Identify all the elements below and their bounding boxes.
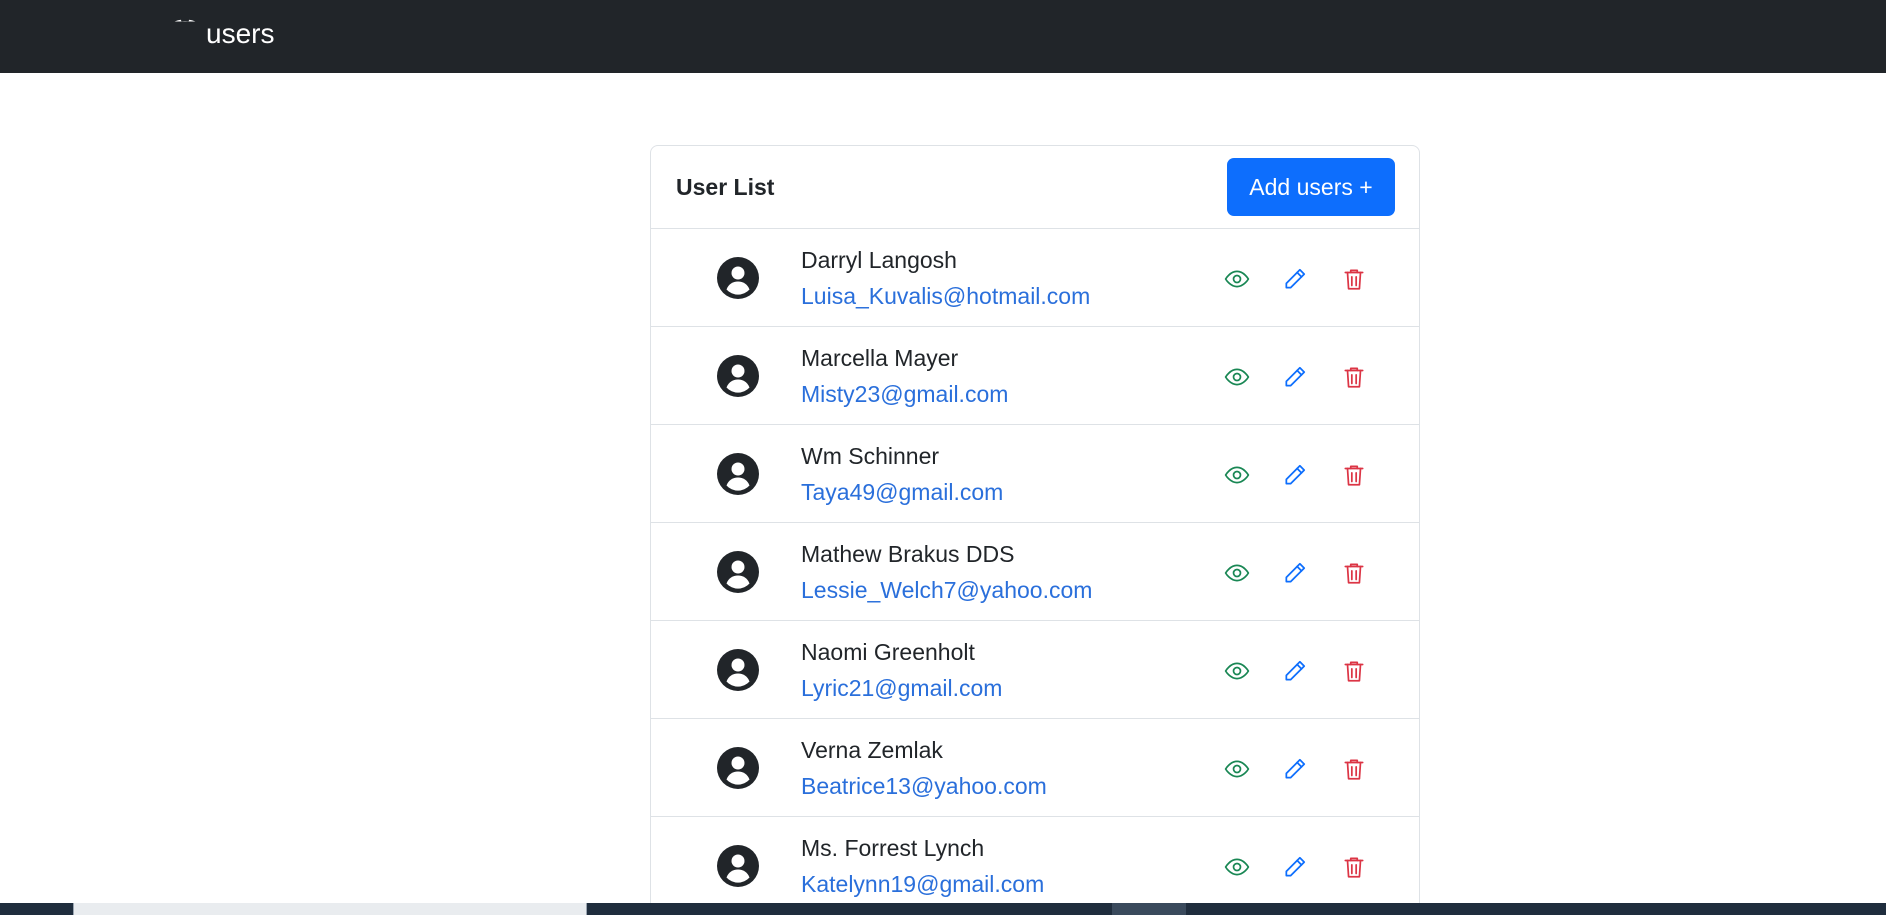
user-row: Naomi Greenholt Lyric21@gmail.com xyxy=(651,621,1419,719)
trash-icon[interactable] xyxy=(1340,657,1368,685)
pencil-icon[interactable] xyxy=(1281,853,1309,881)
user-row: Verna Zemlak Beatrice13@yahoo.com xyxy=(651,719,1419,817)
trash-icon[interactable] xyxy=(1340,363,1368,391)
trash-icon[interactable] xyxy=(1340,755,1368,783)
user-email-link[interactable]: Taya49@gmail.com xyxy=(801,479,1003,506)
eye-icon[interactable] xyxy=(1223,559,1251,587)
taskbar-active-item[interactable] xyxy=(1112,903,1186,915)
eye-icon[interactable] xyxy=(1223,461,1251,489)
user-circle-icon xyxy=(717,551,759,593)
taskbar xyxy=(0,903,1886,915)
user-name: Mathew Brakus DDS xyxy=(801,541,1015,567)
user-email-link[interactable]: Katelynn19@gmail.com xyxy=(801,871,1044,898)
user-row: Darryl Langosh Luisa_Kuvalis@hotmail.com xyxy=(651,229,1419,327)
trash-icon[interactable] xyxy=(1340,559,1368,587)
user-circle-icon xyxy=(717,747,759,789)
user-circle-icon xyxy=(717,649,759,691)
user-row: Wm Schinner Taya49@gmail.com xyxy=(651,425,1419,523)
user-row: Mathew Brakus DDS Lessie_Welch7@yahoo.co… xyxy=(651,523,1419,621)
pencil-icon[interactable] xyxy=(1281,265,1309,293)
user-email-link[interactable]: Misty23@gmail.com xyxy=(801,381,1008,408)
user-circle-icon xyxy=(717,355,759,397)
user-email-link[interactable]: Lessie_Welch7@yahoo.com xyxy=(801,577,1092,604)
user-name: Verna Zemlak xyxy=(801,737,943,763)
trash-icon[interactable] xyxy=(1340,461,1368,489)
navbar-brand[interactable]: users xyxy=(170,16,274,52)
user-circle-icon xyxy=(717,257,759,299)
eye-icon[interactable] xyxy=(1223,657,1251,685)
pencil-icon[interactable] xyxy=(1281,559,1309,587)
discord-icon xyxy=(170,16,200,53)
user-name: Ms. Forrest Lynch xyxy=(801,835,985,861)
user-name: Darryl Langosh xyxy=(801,247,957,273)
eye-icon[interactable] xyxy=(1223,265,1251,293)
user-list: Darryl Langosh Luisa_Kuvalis@hotmail.com xyxy=(651,229,1419,914)
user-name: Wm Schinner xyxy=(801,443,940,469)
user-name: Marcella Mayer xyxy=(801,345,959,371)
trash-icon[interactable] xyxy=(1340,853,1368,881)
eye-icon[interactable] xyxy=(1223,755,1251,783)
user-email-link[interactable]: Luisa_Kuvalis@hotmail.com xyxy=(801,283,1090,310)
user-list-card: User List Add users + Darryl Langosh Lui… xyxy=(650,145,1420,915)
user-email-link[interactable]: Beatrice13@yahoo.com xyxy=(801,773,1047,800)
user-circle-icon xyxy=(717,845,759,887)
pencil-icon[interactable] xyxy=(1281,755,1309,783)
add-users-button[interactable]: Add users + xyxy=(1227,158,1395,216)
pencil-icon[interactable] xyxy=(1281,461,1309,489)
eye-icon[interactable] xyxy=(1223,853,1251,881)
user-row: Marcella Mayer Misty23@gmail.com xyxy=(651,327,1419,425)
pencil-icon[interactable] xyxy=(1281,363,1309,391)
user-circle-icon xyxy=(717,453,759,495)
user-name: Naomi Greenholt xyxy=(801,639,975,665)
user-row: Ms. Forrest Lynch Katelynn19@gmail.com xyxy=(651,817,1419,914)
brand-label: users xyxy=(206,18,275,49)
top-navbar: users xyxy=(0,0,1886,73)
taskbar-window-preview[interactable] xyxy=(73,903,587,915)
card-header: User List Add users + xyxy=(651,146,1419,229)
user-email-link[interactable]: Lyric21@gmail.com xyxy=(801,675,1002,702)
card-title: User List xyxy=(676,173,775,200)
pencil-icon[interactable] xyxy=(1281,657,1309,685)
eye-icon[interactable] xyxy=(1223,363,1251,391)
trash-icon[interactable] xyxy=(1340,265,1368,293)
